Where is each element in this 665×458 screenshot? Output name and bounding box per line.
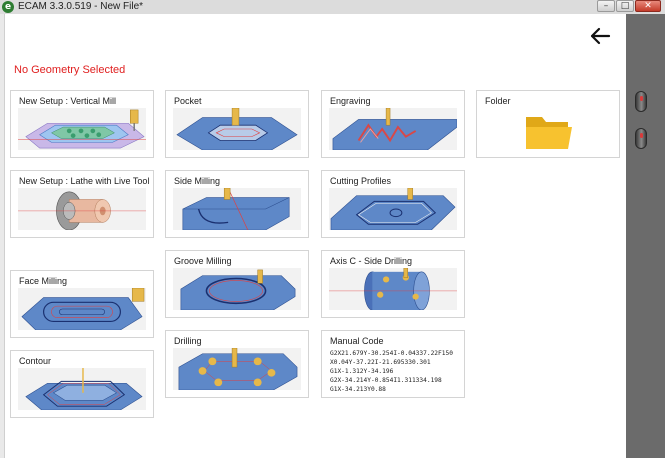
side-milling-thumbnail — [173, 188, 301, 230]
mouse-icon[interactable] — [635, 128, 647, 149]
gcode-line: X0.04Y-37.22I-21.695330.301 — [330, 358, 431, 366]
window-title: ECAM 3.3.0.519 - New File* — [18, 1, 144, 12]
card-label: Folder — [485, 96, 511, 106]
folder-card[interactable]: Folder — [476, 90, 620, 158]
arrow-left-icon[interactable] — [589, 26, 611, 46]
card-label: Axis C - Side Drilling — [330, 256, 413, 266]
card-label: Contour — [19, 356, 52, 366]
window-controls: – □ ✕ — [596, 0, 661, 12]
groove-milling-thumbnail — [173, 268, 301, 310]
face-milling-thumbnail — [18, 288, 146, 330]
drilling-card[interactable]: Drilling — [165, 330, 309, 398]
cutting-profiles-thumbnail — [329, 188, 457, 230]
axis-c-thumbnail — [329, 268, 457, 310]
pocket-thumbnail — [173, 108, 301, 150]
card-label: Pocket — [174, 96, 202, 106]
setup-lathe-card[interactable]: New Setup : Lathe with Live Tool — [10, 170, 154, 238]
side-milling-card[interactable]: Side Milling — [165, 170, 309, 238]
engraving-card[interactable]: Engraving — [321, 90, 465, 158]
card-label: Face Milling — [19, 276, 68, 286]
card-label: Drilling — [174, 336, 202, 346]
lathe-thumbnail — [18, 188, 146, 230]
app-logo-icon: e — [2, 1, 14, 13]
card-label: New Setup : Vertical Mill — [19, 96, 117, 106]
mouse-icon[interactable] — [635, 91, 647, 112]
gcode-line: G1X-34.213Y0.88 — [330, 385, 386, 393]
manual-code-card[interactable]: Manual Code G2X21.679Y-30.254I-0.04337.2… — [321, 330, 465, 398]
card-label: Groove Milling — [174, 256, 232, 266]
minimize-button[interactable]: – — [597, 0, 615, 12]
card-label: Side Milling — [174, 176, 221, 186]
axis-c-side-drilling-card[interactable]: Axis C - Side Drilling — [321, 250, 465, 318]
right-tool-panel — [626, 14, 665, 458]
gcode-line: G2X21.679Y-30.254I-0.04337.22F150 — [330, 350, 453, 357]
gcode-line: G1X-1.312Y-34.196 — [330, 367, 394, 375]
card-label: New Setup : Lathe with Live Tool — [19, 176, 150, 186]
title-bar: e ECAM 3.3.0.519 - New File* – □ ✕ — [0, 0, 665, 14]
engraving-thumbnail — [329, 108, 457, 150]
card-label: Cutting Profiles — [330, 176, 392, 186]
cutting-profiles-card[interactable]: Cutting Profiles — [321, 170, 465, 238]
gcode-line: G2X-34.214Y-0.854I1.311334.198 — [330, 376, 442, 384]
gcode-preview: G2X21.679Y-30.254I-0.04337.22F150 X0.04Y-… — [330, 350, 453, 395]
contour-card[interactable]: Contour — [10, 350, 154, 418]
close-button[interactable]: ✕ — [635, 0, 661, 12]
drilling-thumbnail — [173, 348, 301, 390]
face-milling-card[interactable]: Face Milling — [10, 270, 154, 338]
pocket-card[interactable]: Pocket — [165, 90, 309, 158]
groove-milling-card[interactable]: Groove Milling — [165, 250, 309, 318]
contour-thumbnail — [18, 368, 146, 410]
folder-icon — [526, 117, 572, 149]
card-label: Manual Code — [330, 336, 384, 346]
vertical-mill-thumbnail — [18, 108, 146, 150]
card-label: Engraving — [330, 96, 371, 106]
setup-vertical-mill-card[interactable]: New Setup : Vertical Mill — [10, 90, 154, 158]
maximize-button[interactable]: □ — [616, 0, 634, 12]
geometry-status: No Geometry Selected — [14, 64, 126, 76]
